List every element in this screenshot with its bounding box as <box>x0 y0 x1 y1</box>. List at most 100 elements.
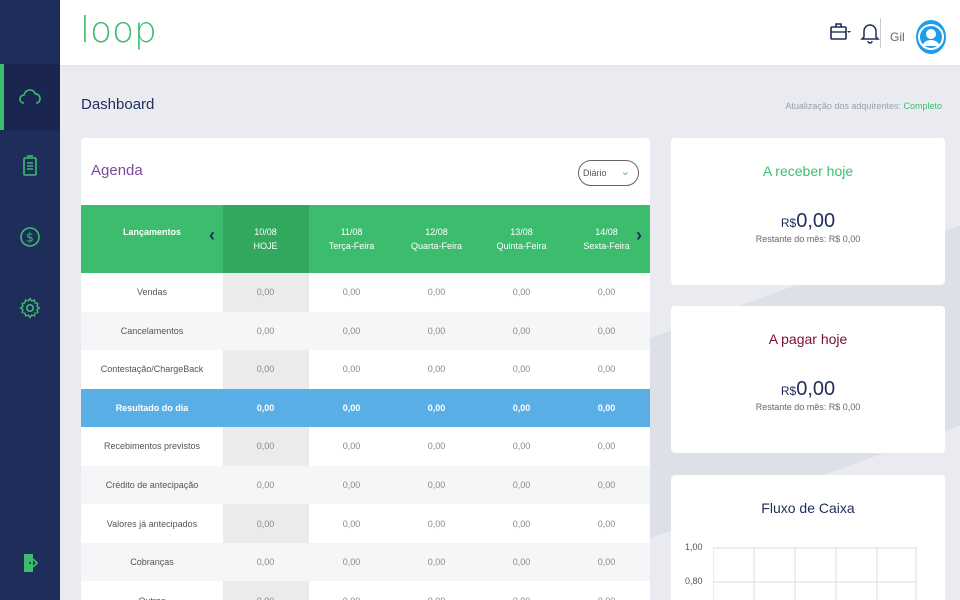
prev-day-arrow-icon[interactable]: ‹ <box>209 225 215 246</box>
table-cell: 0,00 <box>427 325 446 336</box>
table-cell: 0,00 <box>256 364 275 375</box>
table-row: Resultado do dia 0,00 0,00 0,00 0,00 0,00 <box>81 388 650 427</box>
row-label: Outros <box>81 582 223 600</box>
day-column-header: 10/08 HOJE <box>223 225 308 253</box>
update-status-value: Completo <box>903 101 942 111</box>
table-cell: 0,00 <box>342 402 361 413</box>
receive-today-card: A receber hoje R$0,00 Restante do mês: R… <box>671 138 945 285</box>
period-select-value: Diário <box>583 168 607 178</box>
currency-symbol: R$ <box>780 216 797 230</box>
table-cell: 0,00 <box>512 557 531 568</box>
day-name: Terça-Feira <box>328 241 375 251</box>
table-cell: 0,00 <box>512 518 531 529</box>
day-date: 13/08 <box>510 227 533 237</box>
cloud-icon <box>19 89 41 104</box>
table-cell: 0,00 <box>512 287 531 297</box>
table-cell: 0,00 <box>256 287 275 297</box>
day-column-header: 12/08 Quarta-Feira <box>394 225 479 253</box>
exit-door-icon <box>24 554 39 572</box>
sidebar-item-statement[interactable] <box>0 133 60 199</box>
table-cell: 0,00 <box>427 557 446 568</box>
table-cell: 0,00 <box>597 402 616 413</box>
chevron-down-icon: ⌄ <box>620 166 630 178</box>
day-column-header: 11/08 Terça-Feira <box>309 225 394 253</box>
table-cell: 0,00 <box>342 325 361 336</box>
sidebar: $ <box>0 0 60 600</box>
amount-value: 0,00 <box>796 210 836 232</box>
row-label: Crédito de antecipação <box>105 480 199 490</box>
svg-text:$: $ <box>26 231 34 245</box>
row-label: Cobranças <box>130 557 174 568</box>
acquirer-update-status: Atualização dos adquirentes: Completo <box>785 101 942 111</box>
table-cell: 0,00 <box>597 325 616 336</box>
agenda-card: Agenda Diário ⌄ Lançamentos ‹ › 10/08 HOJ… <box>81 138 650 600</box>
table-cell: 0,00 <box>597 364 616 375</box>
cash-flow-card: Fluxo de Caixa 1,00 0,80 <box>671 475 945 600</box>
row-label: Vendas <box>136 287 168 297</box>
table-cell: 0,00 <box>512 441 531 452</box>
day-name: HOJE <box>253 241 278 251</box>
day-name: Sexta-Feira <box>583 241 630 251</box>
day-date: 14/08 <box>595 227 618 237</box>
cash-flow-chart-grid <box>713 547 917 600</box>
table-cell: 0,00 <box>479 582 564 600</box>
table-cell: 0,00 <box>256 518 275 529</box>
pay-month-rest: Restante do mês: R$ 0,00 <box>755 402 861 412</box>
day-column-header: 14/08 Sexta-Feira <box>564 225 649 253</box>
sidebar-item-dashboard[interactable] <box>0 64 60 130</box>
amount-value: 0,00 <box>796 378 836 400</box>
page-title: Dashboard <box>81 96 155 113</box>
row-label: Recebimentos previstos <box>103 441 201 452</box>
user-avatar-icon[interactable] <box>916 20 946 54</box>
receive-today-amount: R$0,00 <box>671 210 945 233</box>
svg-text:loopa: loopa <box>80 10 160 51</box>
table-cell: 0,00 <box>427 287 446 297</box>
header-label: Lançamentos <box>122 227 182 237</box>
table-cell: 0,00 <box>223 582 308 600</box>
table-cell: 0,00 <box>597 287 616 297</box>
cash-flow-title: Fluxo de Caixa <box>761 500 855 516</box>
y-tick-label: 0,80 <box>685 576 703 586</box>
table-cell: 0,00 <box>597 557 616 568</box>
row-label: Resultado do dia <box>115 402 189 413</box>
table-cell: 0,00 <box>597 480 616 490</box>
table-cell: 0,00 <box>512 364 531 375</box>
bell-icon[interactable] <box>858 20 882 44</box>
receive-today-title: A receber hoje <box>762 163 854 179</box>
logout-button[interactable] <box>0 530 60 596</box>
table-cell: 0,00 <box>256 402 275 413</box>
day-column-header: 13/08 Quinta-Feira <box>479 225 564 253</box>
dollar-circle-icon: $ <box>20 227 40 247</box>
table-cell: 0,00 <box>309 582 394 600</box>
table-cell: 0,00 <box>427 402 446 413</box>
loopa-logo: loopa <box>80 10 160 51</box>
table-cell: 0,00 <box>342 364 361 375</box>
table-cell: 0,00 <box>342 518 361 529</box>
table-row: Contestação/ChargeBack 0,00 0,00 0,00 0,00 0,… <box>81 350 650 388</box>
table-cell: 0,00 <box>342 480 361 490</box>
gear-icon <box>19 297 41 319</box>
user-name[interactable]: Gil <box>890 30 905 44</box>
pay-today-title: A pagar hoje <box>768 331 848 347</box>
day-date: 10/08 <box>254 227 277 237</box>
day-name: Quinta-Feira <box>496 241 547 251</box>
table-row: Cancelamentos 0,00 0,00 0,00 0,00 0,00 <box>81 311 650 350</box>
table-row: Crédito de antecipação 0,00 0,00 0,00 0,00 0,… <box>81 466 650 504</box>
period-select[interactable]: Diário ⌄ <box>578 160 639 186</box>
y-tick-label: 1,00 <box>685 542 703 552</box>
briefcase-icon[interactable] <box>828 20 852 44</box>
sidebar-item-settings[interactable] <box>0 275 60 341</box>
row-label: Valores já antecipados <box>106 518 198 529</box>
currency-symbol: R$ <box>780 384 797 398</box>
table-cell: 0,00 <box>427 441 446 452</box>
pay-today-amount: R$0,00 <box>671 378 945 401</box>
table-row: Valores já antecipados 0,00 0,00 0,00 0,00 0,… <box>81 505 650 543</box>
table-cell: 0,00 <box>394 582 479 600</box>
table-row: Vendas 0,00 0,00 0,00 0,00 0,00 <box>81 273 650 311</box>
table-cell: 0,00 <box>256 325 275 336</box>
day-date: 11/08 <box>340 227 363 237</box>
receive-month-rest: Restante do mês: R$ 0,00 <box>755 234 861 244</box>
table-cell: 0,00 <box>597 441 616 452</box>
table-cell: 0,00 <box>512 402 531 413</box>
sidebar-item-finance[interactable]: $ <box>0 204 60 270</box>
